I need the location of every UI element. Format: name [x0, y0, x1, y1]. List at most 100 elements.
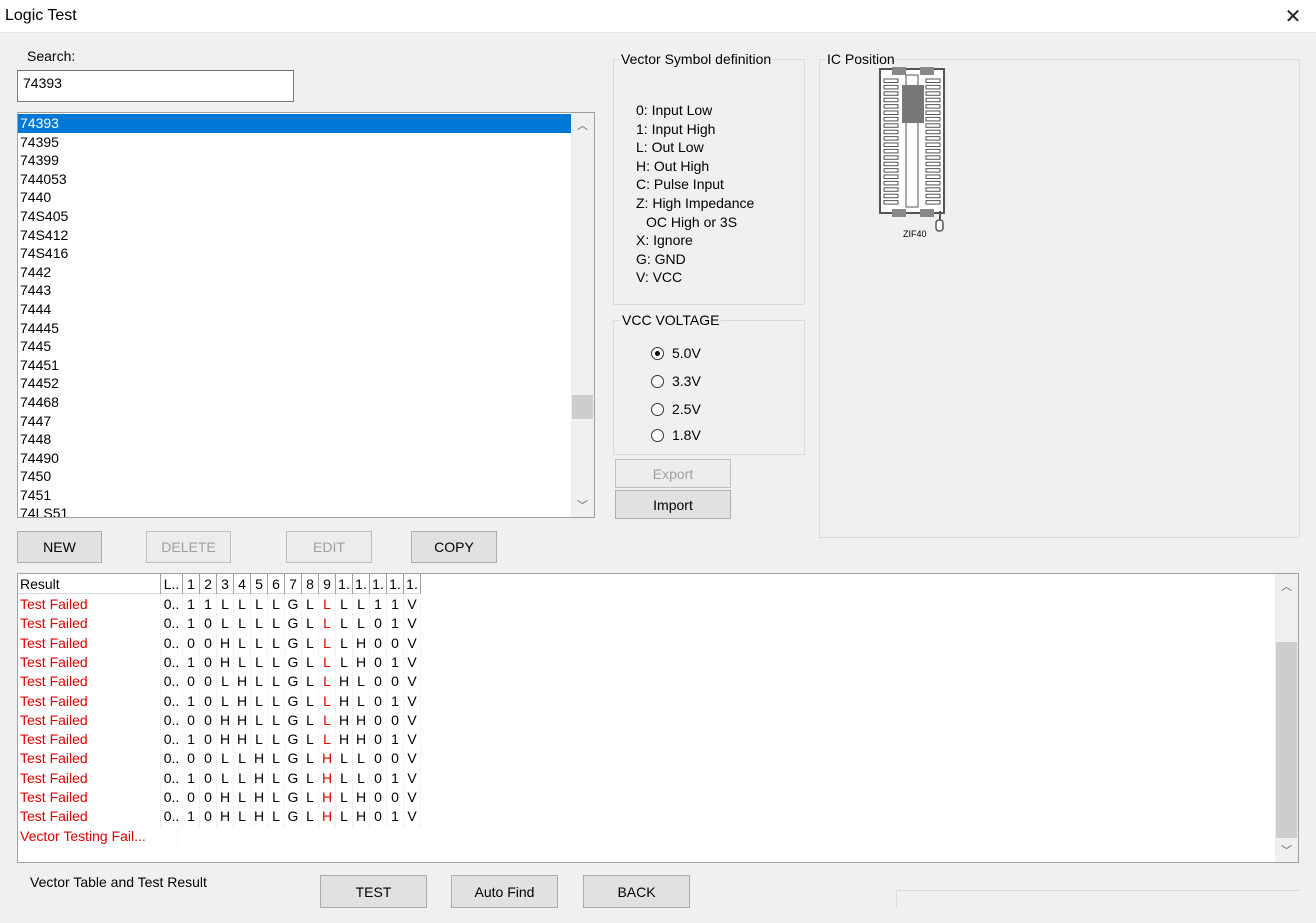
- scroll-down-icon[interactable]: ﹀: [571, 495, 594, 515]
- vcc-radio-5-0v[interactable]: 5.0V: [651, 345, 701, 361]
- vector-cell: V: [404, 633, 421, 653]
- ic-list-item[interactable]: 74445: [18, 319, 572, 338]
- ic-list-item[interactable]: 7451: [18, 486, 572, 505]
- table-row[interactable]: Test Failed 0.. 1 0 H H L L G L L H H 0 1 V: [18, 730, 421, 750]
- vector-cell: L: [217, 614, 234, 634]
- vector-cell: 0: [370, 691, 387, 711]
- window-title: Logic Test: [5, 7, 77, 24]
- ic-list-item[interactable]: 74393: [18, 114, 572, 133]
- back-button[interactable]: BACK: [583, 875, 690, 908]
- ic-list-item[interactable]: 74S416: [18, 244, 572, 263]
- vector-symbol-line: V: VCC: [636, 269, 683, 286]
- result-cell: Test Failed: [18, 652, 161, 673]
- radio-circle-icon[interactable]: [651, 346, 664, 360]
- ic-list[interactable]: 74393 74395 74399 744053 7440 74S405 74S412 74S…: [17, 112, 595, 518]
- results-header-cell[interactable]: 9: [319, 574, 336, 594]
- results-header-cell[interactable]: 1.: [353, 574, 370, 594]
- vcc-radio-2-5v[interactable]: 2.5V: [651, 401, 701, 417]
- scroll-down-icon[interactable]: ﹀: [1275, 840, 1298, 860]
- results-header-cell[interactable]: L..: [161, 574, 183, 594]
- results-header-cell[interactable]: 1.: [336, 574, 353, 594]
- vcc-radio-1-8v[interactable]: 1.8V: [651, 427, 701, 443]
- table-row[interactable]: Test Failed 0.. 1 0 H L H L G L H L H 0 1 V: [18, 807, 421, 827]
- ic-list-item[interactable]: 74S412: [18, 226, 572, 245]
- ic-list-item[interactable]: 74490: [18, 449, 572, 468]
- table-row[interactable]: Test Failed 0.. 0 0 H H L L G L L H H 0 0 V: [18, 710, 421, 731]
- ic-list-scroll-thumb[interactable]: [572, 395, 593, 419]
- close-icon[interactable]: ✕: [1270, 0, 1316, 33]
- results-header-cell[interactable]: 2: [200, 574, 217, 594]
- table-row[interactable]: Test Failed 0.. 1 0 H L L L G L L L H 0 1 V: [18, 652, 421, 673]
- vector-cell: 0..: [161, 691, 183, 711]
- vector-cell: 0..: [161, 730, 183, 750]
- results-scroll-thumb[interactable]: [1276, 642, 1297, 838]
- vector-cell: 0: [370, 633, 387, 653]
- edit-button[interactable]: EDIT: [286, 531, 372, 563]
- scroll-up-icon[interactable]: ︿: [571, 115, 594, 135]
- ic-list-item[interactable]: 7443: [18, 281, 572, 300]
- results-header-cell[interactable]: 5: [251, 574, 268, 594]
- search-input[interactable]: 74393: [17, 70, 294, 102]
- results-header-cell[interactable]: 3: [217, 574, 234, 594]
- export-button[interactable]: Export: [615, 459, 731, 488]
- auto-find-button[interactable]: Auto Find: [451, 875, 558, 908]
- ic-list-item[interactable]: 7450: [18, 467, 572, 486]
- table-row[interactable]: Test Failed 0.. 0 0 H L H L G L H L H 0 0 V: [18, 788, 421, 808]
- vector-cell: 0: [370, 788, 387, 808]
- results-header-cell[interactable]: 1.: [404, 574, 421, 594]
- results-scrollbar[interactable]: ︿ ﹀: [1275, 574, 1298, 862]
- vector-cell: L: [217, 595, 234, 615]
- table-row[interactable]: Test Failed 0.. 0 0 L L H L G L H L L 0 0 V: [18, 749, 421, 769]
- vector-symbol-line: C: Pulse Input: [636, 176, 724, 193]
- vector-cell: L: [302, 652, 319, 673]
- table-row[interactable]: Test Failed 0.. 1 0 L L L L G L L L L 0 1 V: [18, 614, 421, 634]
- results-header-cell[interactable]: 8: [302, 574, 319, 594]
- table-row[interactable]: Test Failed 0.. 1 1 L L L L G L L L L 1 1 V: [18, 595, 421, 615]
- ic-list-item[interactable]: 74395: [18, 133, 572, 152]
- results-header-cell[interactable]: 6: [268, 574, 285, 594]
- vector-cell: 0: [387, 633, 404, 653]
- table-row[interactable]: Vector Testing Fail...: [18, 826, 178, 846]
- table-row[interactable]: Test Failed 0.. 1 0 L H L L G L L H L 0 1 V: [18, 691, 421, 711]
- scroll-up-icon[interactable]: ︿: [1275, 576, 1298, 596]
- table-row[interactable]: Test Failed 0.. 0 0 H L L L G L L L H 0 0 V: [18, 633, 421, 653]
- results-table[interactable]: Result L.. 1 2 3 4 5 6 7 8 9 1. 1. 1. 1. 1. Test Failed…: [17, 573, 1299, 863]
- ic-list-item[interactable]: 74452: [18, 374, 572, 393]
- ic-list-item[interactable]: 74468: [18, 393, 572, 412]
- radio-circle-icon[interactable]: [651, 428, 664, 442]
- table-row[interactable]: Test Failed 0.. 1 0 L L H L G L H L L 0 1 V: [18, 768, 421, 788]
- new-button[interactable]: NEW: [17, 531, 102, 563]
- radio-circle-icon[interactable]: [651, 402, 664, 416]
- ic-list-item[interactable]: 74LS51: [18, 504, 572, 517]
- vector-cell: V: [404, 595, 421, 615]
- results-header-cell[interactable]: Result: [18, 574, 161, 594]
- import-button[interactable]: Import: [615, 490, 731, 519]
- delete-button[interactable]: DELETE: [146, 531, 231, 563]
- ic-list-item[interactable]: 74451: [18, 356, 572, 375]
- results-header-cell[interactable]: 1.: [370, 574, 387, 594]
- ic-list-scrollbar[interactable]: ︿ ﹀: [571, 113, 594, 517]
- ic-list-item[interactable]: 7442: [18, 263, 572, 282]
- vcc-radio-label: 5.0V: [672, 345, 701, 361]
- copy-button[interactable]: COPY: [411, 531, 497, 563]
- vector-cell: H: [319, 768, 336, 788]
- ic-list-item[interactable]: 744053: [18, 170, 572, 189]
- results-header-cell[interactable]: 1.: [387, 574, 404, 594]
- vcc-radio-3-3v[interactable]: 3.3V: [651, 373, 701, 389]
- vector-cell: 0: [200, 749, 217, 769]
- ic-list-item[interactable]: 7444: [18, 300, 572, 319]
- ic-list-item[interactable]: 7440: [18, 188, 572, 207]
- ic-list-item[interactable]: 7445: [18, 337, 572, 356]
- results-header-cell[interactable]: 7: [285, 574, 302, 594]
- ic-list-item[interactable]: 74399: [18, 151, 572, 170]
- vector-cell: L: [336, 807, 353, 827]
- ic-list-item[interactable]: 7447: [18, 412, 572, 431]
- radio-circle-icon[interactable]: [651, 374, 664, 388]
- test-button[interactable]: TEST: [320, 875, 427, 908]
- ic-list-item[interactable]: 7448: [18, 430, 572, 449]
- vector-cell: 0: [370, 807, 387, 827]
- results-header-cell[interactable]: 1: [183, 574, 200, 594]
- results-header-cell[interactable]: 4: [234, 574, 251, 594]
- table-row[interactable]: Test Failed 0.. 0 0 L H L L G L L H L 0 0 V: [18, 672, 421, 692]
- ic-list-item[interactable]: 74S405: [18, 207, 572, 226]
